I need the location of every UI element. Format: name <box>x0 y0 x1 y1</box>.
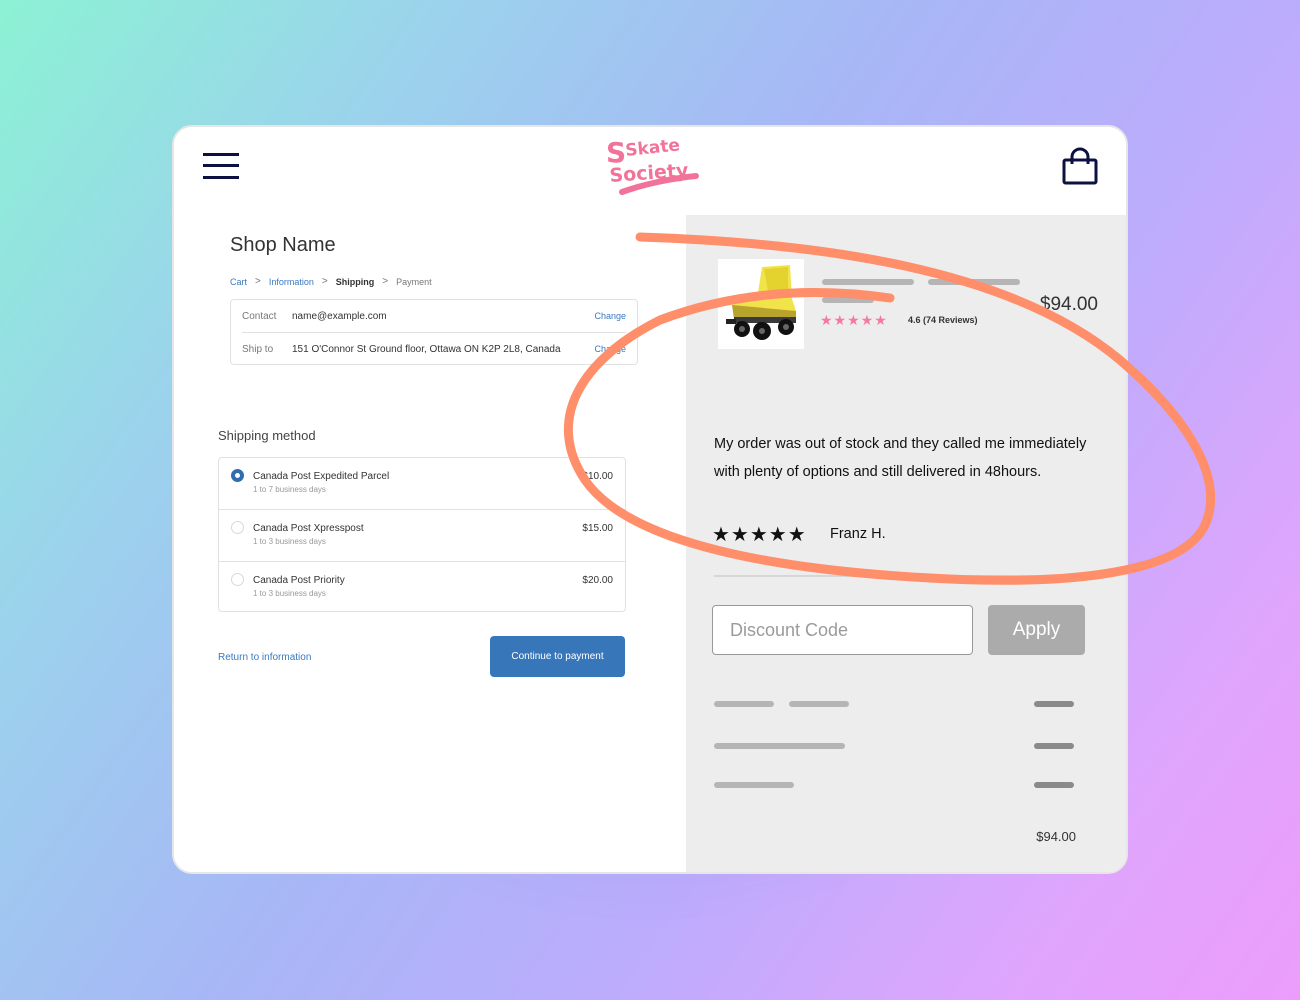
option-name: Canada Post Xpresspost <box>253 523 364 534</box>
product-rating-stars: ★★★★★ <box>820 312 888 328</box>
roller-skate-image <box>726 265 796 340</box>
option-price: $10.00 <box>582 471 613 482</box>
breadcrumb-separator: > <box>321 276 328 287</box>
radio-unselected[interactable] <box>231 573 244 586</box>
contact-value: name@example.com <box>292 310 387 322</box>
review-stars: ★★★★★ <box>712 524 807 546</box>
shop-name-title: Shop Name <box>230 234 336 256</box>
breadcrumb: Cart > Information > Shipping > Payment <box>230 276 432 287</box>
breadcrumb-payment: Payment <box>396 276 432 287</box>
placeholder-line-label <box>714 743 845 749</box>
hamburger-menu-icon[interactable] <box>203 153 241 181</box>
divider <box>714 575 1085 577</box>
ship-to-row: Ship to 151 O'Connor St Ground floor, Ot… <box>231 333 637 365</box>
option-eta: 1 to 7 business days <box>253 485 326 494</box>
shipping-method-title: Shipping method <box>218 428 316 443</box>
site-header: S Skate Society <box>174 127 1126 215</box>
radio-unselected[interactable] <box>231 521 244 534</box>
placeholder-title-bar <box>822 279 914 285</box>
review-text: My order was out of stock and they calle… <box>714 436 1087 480</box>
placeholder-line-label <box>789 701 849 707</box>
option-eta: 1 to 3 business days <box>253 589 326 598</box>
radio-selected[interactable] <box>231 469 244 482</box>
discount-code-input[interactable] <box>712 605 973 655</box>
ship-to-label: Ship to <box>242 343 274 355</box>
logo-text-society: Society <box>609 159 690 186</box>
breadcrumb-separator: > <box>382 276 389 287</box>
review-author: Franz H. <box>830 526 886 542</box>
shipping-option-xpresspost[interactable]: Canada Post Xpresspost 1 to 3 business d… <box>219 509 625 560</box>
placeholder-subtitle-bar <box>822 297 874 303</box>
return-to-information-link[interactable]: Return to information <box>218 652 311 663</box>
breadcrumb-cart[interactable]: Cart <box>230 277 247 287</box>
contact-label: Contact <box>242 310 277 322</box>
continue-to-payment-button[interactable]: Continue to payment <box>490 636 625 677</box>
option-price: $20.00 <box>582 575 613 586</box>
placeholder-title-bar <box>928 279 1020 285</box>
option-name: Canada Post Priority <box>253 575 345 586</box>
contact-row: Contact name@example.com Change <box>231 300 637 332</box>
breadcrumb-shipping: Shipping <box>335 276 375 287</box>
skate-society-logo[interactable]: S Skate Society <box>604 132 700 204</box>
breadcrumb-separator: > <box>255 276 261 287</box>
product-image <box>718 259 804 349</box>
change-contact-link[interactable]: Change <box>594 311 626 321</box>
product-price: $94.00 <box>1039 294 1098 315</box>
placeholder-line-value <box>1034 701 1074 707</box>
option-price: $15.00 <box>582 523 613 534</box>
breadcrumb-information[interactable]: Information <box>269 277 314 287</box>
apply-discount-button[interactable]: Apply <box>988 605 1085 655</box>
checkout-card: S Skate Society Shop Name Cart > Informa… <box>172 125 1128 874</box>
placeholder-line-value <box>1034 782 1074 788</box>
logo-text-skate: Skate <box>624 135 680 161</box>
order-info-box: Contact name@example.com Change Ship to … <box>230 299 638 365</box>
product-rating-text[interactable]: 4.6 (74 Reviews) <box>908 315 978 325</box>
option-eta: 1 to 3 business days <box>253 537 326 546</box>
shipping-option-priority[interactable]: Canada Post Priority 1 to 3 business day… <box>219 561 625 612</box>
shipping-options-list: Canada Post Expedited Parcel 1 to 7 busi… <box>218 457 626 612</box>
change-ship-to-link[interactable]: Change <box>594 344 626 354</box>
ship-to-value: 151 O'Connor St Ground floor, Ottawa ON … <box>292 343 561 355</box>
placeholder-line-label <box>714 782 794 788</box>
placeholder-line-value <box>1034 743 1074 749</box>
order-total: $94.00 <box>1036 829 1076 844</box>
option-name: Canada Post Expedited Parcel <box>253 471 390 482</box>
placeholder-line-label <box>714 701 774 707</box>
order-summary-panel: ★★★★★ 4.6 (74 Reviews) $94.00 My order w… <box>686 215 1126 872</box>
shopping-bag-icon[interactable] <box>1060 147 1100 187</box>
shipping-option-expedited[interactable]: Canada Post Expedited Parcel 1 to 7 busi… <box>219 458 625 509</box>
